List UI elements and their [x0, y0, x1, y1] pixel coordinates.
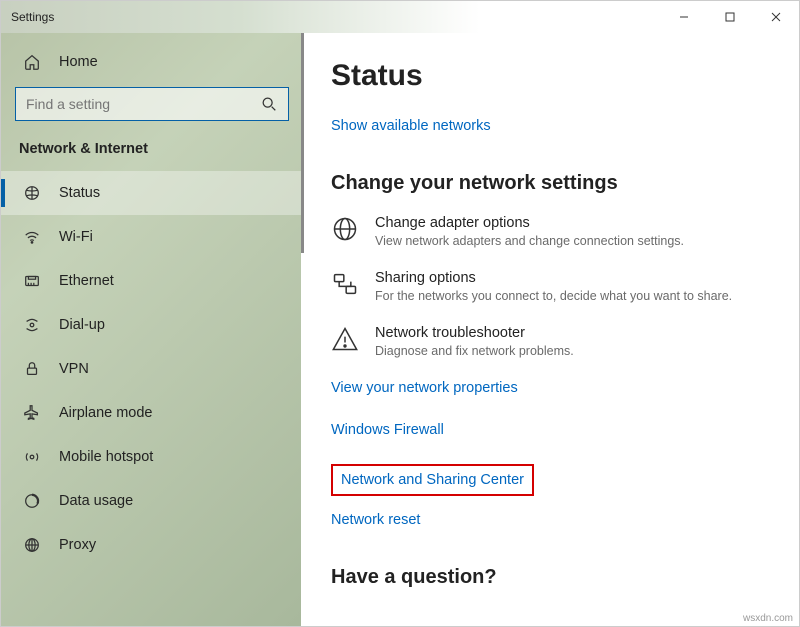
sharing-icon	[331, 270, 359, 298]
option-title: Network troubleshooter	[375, 325, 574, 341]
nav-status[interactable]: Status	[1, 171, 301, 215]
close-button[interactable]	[753, 1, 799, 33]
maximize-button[interactable]	[707, 1, 753, 33]
option-desc: Diagnose and fix network problems.	[375, 344, 574, 358]
nav-airplane[interactable]: Airplane mode	[1, 391, 301, 435]
home-nav[interactable]: Home	[1, 43, 301, 83]
question-heading: Have a question?	[331, 566, 779, 589]
nav-list: Status Wi-Fi Ethernet Dial-up VPN Airpla…	[1, 171, 301, 567]
option-desc: For the networks you connect to, decide …	[375, 289, 732, 303]
nav-proxy[interactable]: Proxy	[1, 523, 301, 567]
link-properties[interactable]: View your network properties	[331, 380, 779, 396]
nav-label: Mobile hotspot	[59, 449, 153, 465]
nav-label: Proxy	[59, 537, 96, 553]
home-icon	[23, 53, 41, 71]
link-sharing-center[interactable]: Network and Sharing Center	[341, 472, 524, 488]
home-label: Home	[59, 54, 98, 70]
link-firewall[interactable]: Windows Firewall	[331, 422, 779, 438]
nav-label: Wi-Fi	[59, 229, 93, 245]
window-title: Settings	[11, 10, 54, 24]
link-reset[interactable]: Network reset	[331, 512, 779, 528]
search-box[interactable]	[15, 87, 289, 121]
option-title: Change adapter options	[375, 215, 684, 231]
nav-label: Ethernet	[59, 273, 114, 289]
proxy-icon	[23, 536, 41, 554]
nav-datausage[interactable]: Data usage	[1, 479, 301, 523]
nav-hotspot[interactable]: Mobile hotspot	[1, 435, 301, 479]
warning-icon	[331, 325, 359, 353]
nav-label: Status	[59, 185, 100, 201]
sidebar: Home Network & Internet Status Wi-Fi Eth…	[1, 33, 301, 626]
ethernet-icon	[23, 272, 41, 290]
option-sharing[interactable]: Sharing options For the networks you con…	[331, 270, 779, 303]
globe-icon	[331, 215, 359, 243]
datausage-icon	[23, 492, 41, 510]
option-desc: View network adapters and change connect…	[375, 234, 684, 248]
window-controls	[661, 1, 799, 33]
nav-wifi[interactable]: Wi-Fi	[1, 215, 301, 259]
option-troubleshoot[interactable]: Network troubleshooter Diagnose and fix …	[331, 325, 779, 358]
status-icon	[23, 184, 41, 202]
airplane-icon	[23, 404, 41, 422]
link-show-networks[interactable]: Show available networks	[331, 118, 491, 134]
titlebar: Settings	[1, 1, 799, 33]
minimize-button[interactable]	[661, 1, 707, 33]
nav-label: Airplane mode	[59, 405, 153, 421]
change-settings-heading: Change your network settings	[331, 172, 779, 195]
hotspot-icon	[23, 448, 41, 466]
nav-vpn[interactable]: VPN	[1, 347, 301, 391]
nav-label: VPN	[59, 361, 89, 377]
dialup-icon	[23, 316, 41, 334]
page-title: Status	[331, 59, 779, 93]
watermark: wsxdn.com	[743, 613, 793, 624]
nav-label: Data usage	[59, 493, 133, 509]
search-icon	[260, 95, 278, 113]
scroll-indicator[interactable]	[301, 33, 304, 253]
nav-ethernet[interactable]: Ethernet	[1, 259, 301, 303]
section-header: Network & Internet	[1, 135, 301, 171]
nav-label: Dial-up	[59, 317, 105, 333]
main-panel: Status Show available networks Change yo…	[301, 33, 799, 626]
nav-dialup[interactable]: Dial-up	[1, 303, 301, 347]
option-adapter[interactable]: Change adapter options View network adap…	[331, 215, 779, 248]
highlight-box: Network and Sharing Center	[331, 464, 534, 496]
option-title: Sharing options	[375, 270, 732, 286]
wifi-icon	[23, 228, 41, 246]
search-input[interactable]	[26, 96, 260, 112]
vpn-icon	[23, 360, 41, 378]
